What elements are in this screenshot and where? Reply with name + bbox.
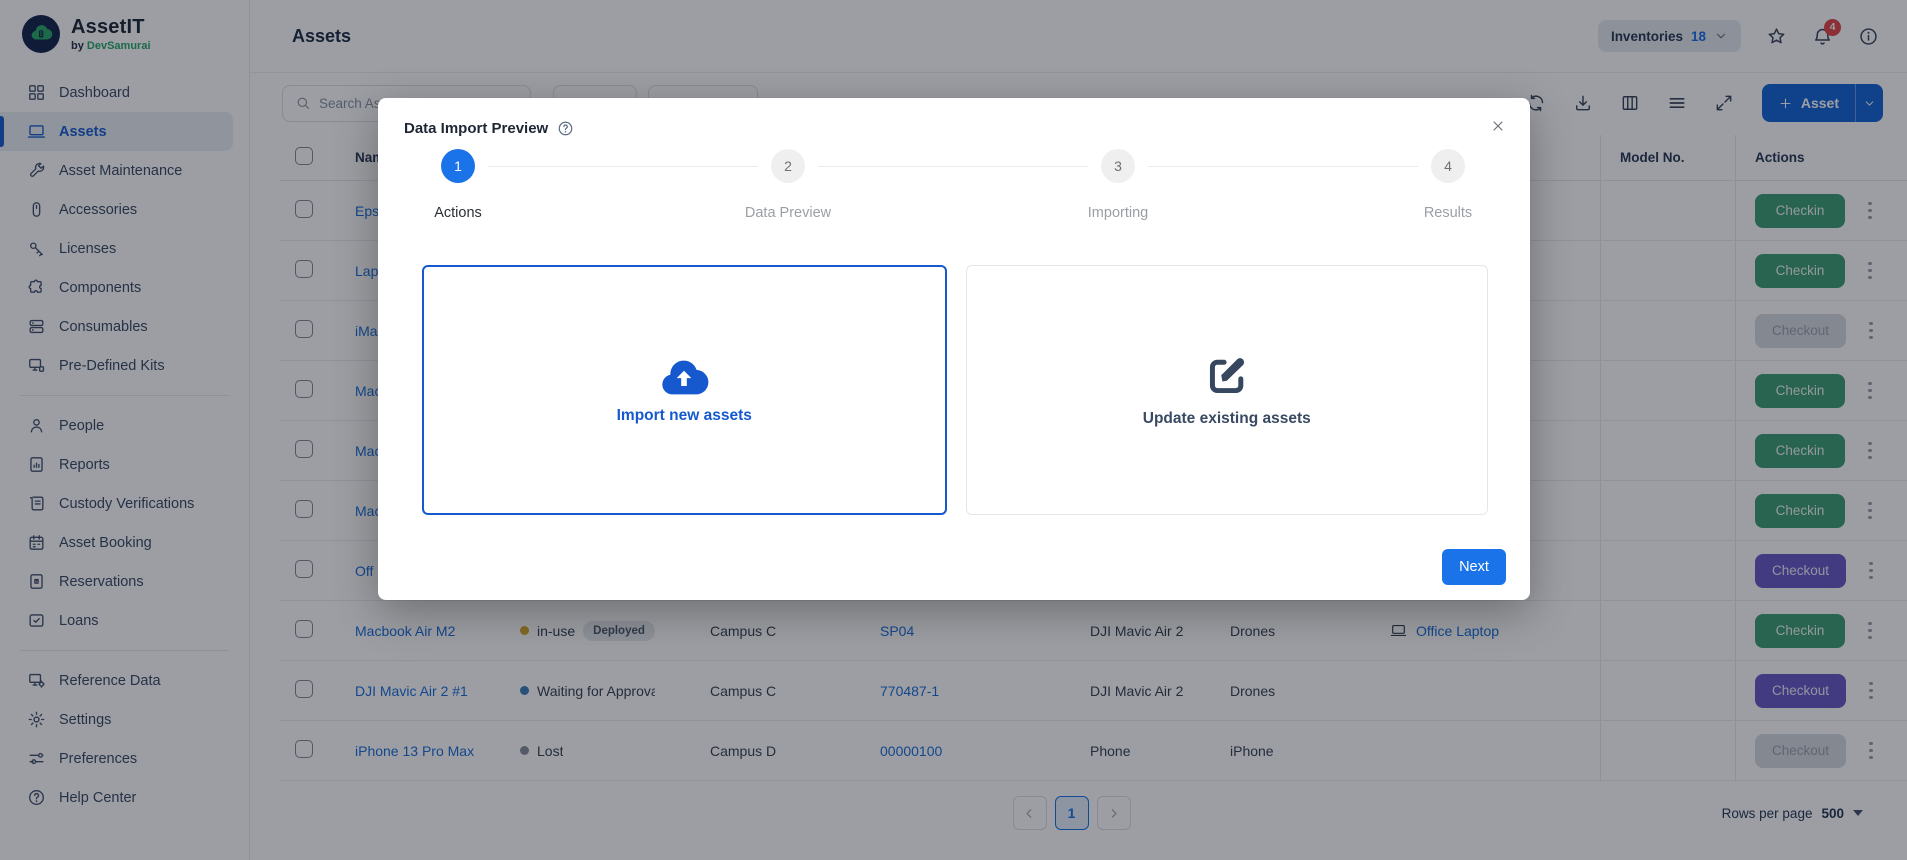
cloud-upload-icon xyxy=(658,356,710,396)
data-import-modal: Data Import Preview 1Actions2Data Previe… xyxy=(378,98,1530,600)
step-results[interactable]: 4Results xyxy=(1431,149,1465,183)
modal-title: Data Import Preview xyxy=(404,120,548,137)
stepper-connector xyxy=(488,166,758,167)
update-existing-assets-card[interactable]: Update existing assets xyxy=(966,265,1489,515)
step-number: 1 xyxy=(441,149,475,183)
step-label: Importing xyxy=(1088,205,1148,221)
question-circle-icon[interactable] xyxy=(557,120,574,137)
next-button[interactable]: Next xyxy=(1442,549,1506,585)
step-number: 4 xyxy=(1431,149,1465,183)
step-actions[interactable]: 1Actions xyxy=(441,149,475,183)
edit-square-icon xyxy=(1204,353,1250,399)
close-icon[interactable] xyxy=(1490,118,1506,134)
step-number: 2 xyxy=(771,149,805,183)
stepper-connector xyxy=(1148,166,1418,167)
step-label: Actions xyxy=(434,205,482,221)
import-stepper: 1Actions 2Data Preview 3Importing 4Results xyxy=(441,149,1465,183)
step-label: Results xyxy=(1424,205,1472,221)
stepper-connector xyxy=(818,166,1088,167)
step-label: Data Preview xyxy=(745,205,831,221)
step-number: 3 xyxy=(1101,149,1135,183)
step-importing[interactable]: 3Importing xyxy=(1101,149,1135,183)
step-data-preview[interactable]: 2Data Preview xyxy=(771,149,805,183)
import-new-assets-card[interactable]: Import new assets xyxy=(422,265,947,515)
